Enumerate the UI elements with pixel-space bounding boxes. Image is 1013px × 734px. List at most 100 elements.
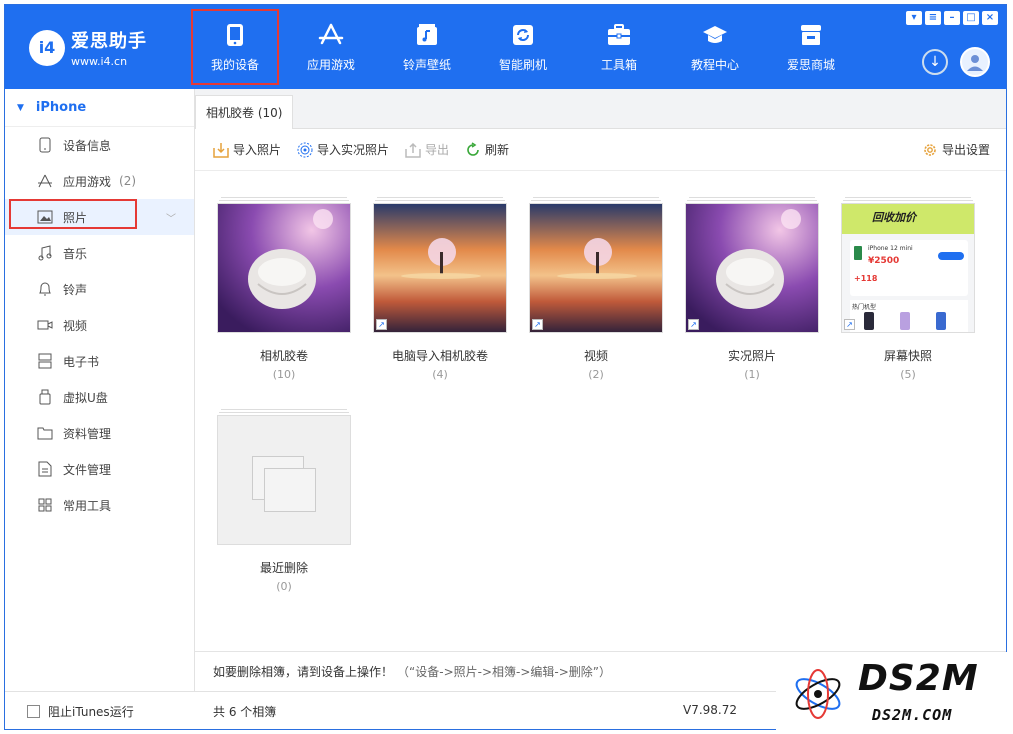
sidebar-item-common-tools[interactable]: 常用工具 [5,487,194,523]
sidebar-item-apps[interactable]: 应用游戏 (2) [5,163,194,199]
screenshot-banner: 回收加价 [872,211,916,224]
watermark: DS2M DS2M.COM [776,652,1013,734]
music-icon [37,245,53,261]
watermark-url: DS2M.COM [872,706,953,724]
maximize-icon[interactable]: □ [963,11,979,25]
album-thumbnail [217,415,351,545]
nav-label: 铃声壁纸 [402,57,451,72]
menu-icon[interactable]: ≡ [925,11,941,25]
avatar[interactable] [960,47,990,77]
album-count: (5) [900,368,916,381]
watermark-brand: DS2M [858,658,979,699]
device-name: iPhone [35,100,87,115]
export-settings-button[interactable]: 导出设置 [922,141,990,158]
sidebar-item-label: 音乐 [63,246,88,261]
folder-icon [37,425,53,441]
chevron-down-icon: ﹀ [166,213,176,225]
hint-text: 如要删除相簿，请到设备上操作！ [213,665,394,679]
sidebar-item-photos[interactable]: 照片 ﹀ [5,199,194,235]
checkbox-box[interactable] [27,705,40,718]
import-live-photos-label: 导入实况照片 [317,143,390,157]
device-info-icon [37,137,53,153]
refresh-icon [465,141,481,158]
export-settings-label: 导出设置 [941,143,990,157]
import-live-photos-button[interactable]: 导入实况照片 [297,141,389,158]
appstore-icon [318,22,344,48]
album-camera-roll[interactable]: 相机胶卷 (10) [217,197,351,381]
close-icon[interactable]: × [982,11,998,25]
album-pc-imported[interactable]: ↗ 电脑导入相机胶卷 (4) [373,197,507,381]
album-name: 电脑导入相机胶卷 [391,349,488,363]
sidebar-item-label: 虚拟U盘 [63,390,108,405]
sidebar-item-label: 设备信息 [63,138,112,153]
album-screenshots[interactable]: 回收加价 iPhone 12 mini ¥2500 +118 热门机型 ↗ 屏幕… [841,197,975,381]
tab-camera-roll[interactable]: 相机胶卷 (10) [195,95,294,129]
album-thumbnail: 回收加价 iPhone 12 mini ¥2500 +118 热门机型 ↗ [841,203,975,333]
collapse-triangle-icon: ▼ [17,102,24,113]
shop-icon [798,22,824,48]
nav-shop[interactable]: 爱思商城 [763,5,859,89]
album-videos[interactable]: ↗ 视频 (2) [529,197,663,381]
album-count: (2) [588,368,604,381]
device-header[interactable]: ▼ iPhone [5,89,194,127]
nav-label: 教程中心 [690,57,739,72]
window-controls: ▾ ≡ – □ × [906,11,998,25]
album-name: 最近删除 [259,561,308,575]
app-url: www.i4.cn [71,55,128,68]
skin-icon[interactable]: ▾ [906,11,922,25]
file-icon [37,461,53,477]
export-label: 导出 [425,143,450,157]
sidebar-item-ringtones[interactable]: 铃声 [5,271,194,307]
nav-smart-flash[interactable]: 智能刷机 [475,5,571,89]
nav-toolbox[interactable]: 工具箱 [571,5,667,89]
album-name: 实况照片 [727,349,776,363]
screenshot-section: 热门机型 [852,304,877,311]
gear-icon [922,142,938,158]
nav-apps-games[interactable]: 应用游戏 [283,5,379,89]
sidebar-item-data-management[interactable]: 资料管理 [5,415,194,451]
export-icon [405,142,421,158]
refresh-button[interactable]: 刷新 [465,141,509,158]
sidebar: ▼ iPhone 设备信息 应用游戏 (2) 照片 ﹀ 音乐 铃声 视频 电子书… [5,89,195,691]
sidebar-item-label: 资料管理 [63,426,112,441]
sidebar-item-label: 视频 [63,318,88,333]
nav-ringtones-wallpapers[interactable]: 铃声壁纸 [379,5,475,89]
app-window: i4 爱思助手 www.i4.cn 我的设备 应用游戏 铃声壁纸 智能刷机 工具… [4,4,1007,730]
sidebar-item-music[interactable]: 音乐 [5,235,194,271]
live-photo-icon [297,142,313,158]
nav-my-device[interactable]: 我的设备 [187,5,283,89]
album-thumbnail: ↗ [373,203,507,333]
import-photo-icon [213,142,229,158]
phone-icon [222,22,248,48]
sidebar-item-virtual-udisk[interactable]: 虚拟U盘 [5,379,194,415]
sidebar-item-ebook[interactable]: 电子书 [5,343,194,379]
import-photos-button[interactable]: 导入照片 [213,141,281,158]
export-button[interactable]: 导出 [405,141,449,158]
toolbox-icon [606,22,632,48]
i4-logo-icon: i4 [29,29,65,66]
sidebar-item-label: 常用工具 [63,498,112,513]
nav-label: 智能刷机 [498,57,547,72]
shortcut-icon: ↗ [376,319,387,330]
app-title: 爱思助手 [71,31,147,52]
sidebar-item-label: 文件管理 [63,462,112,477]
shortcut-icon: ↗ [844,319,855,330]
minimize-icon[interactable]: – [944,11,960,25]
album-thumbnail: ↗ [685,203,819,333]
hint-path: （“设备->照片->相簿->编辑->删除”） [397,665,611,679]
sidebar-item-count: (2) [119,174,137,188]
album-recently-deleted[interactable]: 最近删除 (0) [217,409,351,593]
app-logo: i4 爱思助手 www.i4.cn [29,27,147,68]
shortcut-icon: ↗ [532,319,543,330]
screenshot-price: ¥2500 [868,256,900,266]
sidebar-item-file-management[interactable]: 文件管理 [5,451,194,487]
block-itunes-checkbox[interactable]: 阻止iTunes运行 [27,703,134,720]
selection-highlight [9,199,137,229]
album-live-photos[interactable]: ↗ 实况照片 (1) [685,197,819,381]
download-icon[interactable]: ↓ [922,49,948,75]
sidebar-item-video[interactable]: 视频 [5,307,194,343]
nav-tutorials[interactable]: 教程中心 [667,5,763,89]
screenshot-model: iPhone 12 mini [868,245,913,252]
sidebar-item-device-info[interactable]: 设备信息 [5,127,194,163]
grid-tools-icon [37,497,53,513]
